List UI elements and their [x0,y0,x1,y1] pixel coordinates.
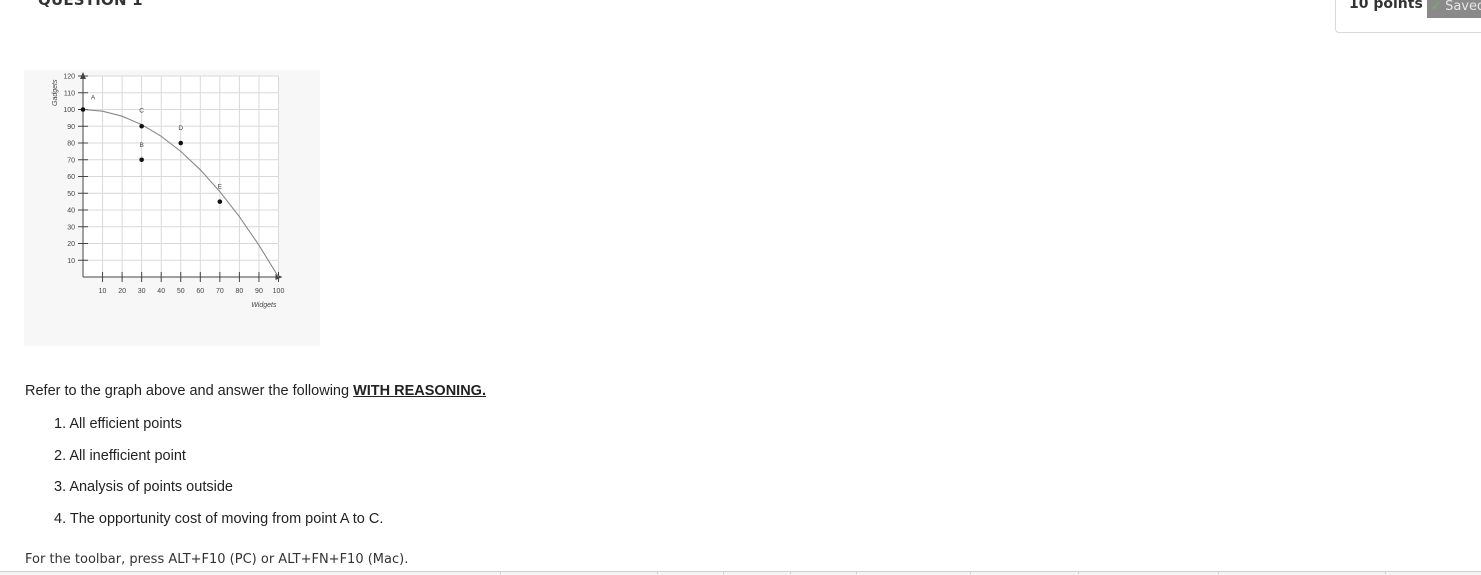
points-label: 10 points [1349,0,1423,12]
y-tick-label: 110 [64,90,75,97]
list-item: 1. All efficient points [54,416,182,432]
saved-status-badge: ✓ Saved [1427,0,1481,18]
x-tick-label: 70 [216,288,224,295]
y-tick-label: 60 [67,174,75,181]
y-axis-label: Gadgets [52,79,59,106]
y-tick-label: 20 [67,241,75,248]
x-tick-label: 80 [236,288,244,295]
y-tick-label: 70 [67,157,75,164]
ppf-chart: 10 20 30 40 50 60 70 80 90 100 110 120 10 20 30 40 50 60 7… [52,72,285,309]
y-tick-label: 100 [63,107,75,114]
x-tick-label: 90 [255,288,263,295]
x-tick-label: 30 [138,288,146,295]
point-c [139,123,144,129]
editor-toolbar-edge[interactable] [0,571,1481,575]
list-item: 3. Analysis of points outside [54,479,233,496]
x-tick-label: 40 [157,288,165,295]
point-a [80,107,86,112]
question-title: QUESTION 1 [38,0,143,9]
y-tick-label: 120 [63,74,75,81]
point-label-b: B [139,142,143,149]
question-prompt: Refer to the graph above and answer the … [25,383,486,399]
point-label-c: C [139,107,144,114]
saved-label: Saved [1445,0,1481,14]
toolbar-hint: For the toolbar, press ALT+F10 (PC) or A… [25,552,409,567]
y-tick-label: 80 [67,141,75,148]
point-label-d: D [178,125,183,132]
prompt-emphasis: WITH REASONING. [353,383,486,399]
y-tick-label: 40 [67,208,75,215]
x-tick-label: 20 [118,288,126,295]
y-tick-label: 90 [67,124,75,131]
x-tick-label: 100 [273,288,285,295]
question-items: 1. All efficient points 2. All inefficie… [54,416,383,543]
list-item: 2. All inefficient point [54,447,186,464]
point-e [217,199,223,204]
check-icon: ✓ [1431,0,1442,13]
x-tick-label: 50 [177,288,185,295]
point-label-a: A [91,95,96,102]
point-d [178,140,184,146]
list-item: 4. The opportunity cost of moving from p… [54,511,384,528]
x-tick-label: 60 [196,288,204,295]
y-tick-label: 30 [67,224,75,231]
x-tick-label: 10 [99,288,107,295]
y-tick-label: 50 [67,191,75,198]
prompt-text: Refer to the graph above and answer the … [25,383,354,399]
point-b [139,157,144,163]
y-tick-label: 10 [67,258,75,265]
point-label-e: E [218,184,223,191]
ppf-graph: 10 20 30 40 50 60 70 80 90 100 110 120 10 20 30 40 50 60 7… [24,70,320,346]
x-axis-label: Widgets [251,302,277,309]
